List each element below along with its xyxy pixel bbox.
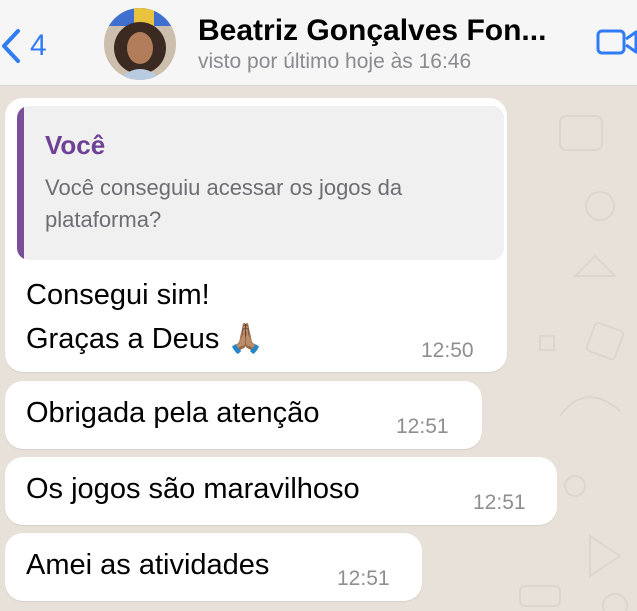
message-time: 12:51 [396,415,449,438]
unread-count: 4 [30,29,47,62]
message-bubble[interactable]: Obrigada pela atenção 12:51 [5,381,482,449]
message-bubble-reply[interactable]: Você Você conseguiu acessar os jogos da … [5,98,507,372]
quote-author: Você [45,130,106,160]
message-time: 12:51 [473,491,526,514]
video-call-button[interactable] [596,26,637,63]
message-text: Os jogos são maravilhoso [26,473,360,505]
praying-hands-emoji: 🙏🏽 [227,323,264,355]
message-bubble[interactable]: Amei as atividades 12:51 [5,533,422,601]
chevron-left-icon [2,29,20,63]
contact-photo [104,8,176,80]
message-time: 12:50 [421,339,474,362]
message-text-line: Graças a Deus 🙏🏽 [26,322,264,356]
video-camera-icon [596,29,637,55]
back-button[interactable]: 4 [0,28,47,64]
last-seen-status: visto por último hoje às 16:46 [198,50,472,73]
quote-text: Você conseguiu acessar os jogos da plata… [45,175,403,232]
message-text: Obrigada pela atenção [26,397,320,429]
message-text: Graças a Deus [26,323,220,355]
chat-header: 4 Beatriz Gonçalves Fon... visto por últ… [0,0,637,86]
message-text: Amei as atividades [26,549,270,581]
message-bubble[interactable]: Os jogos são maravilhoso 12:51 [5,457,557,525]
avatar[interactable] [104,8,176,80]
message-text-line: Consegui sim! [26,279,210,311]
quote-accent-bar [17,106,24,260]
quoted-message[interactable]: Você Você conseguiu acessar os jogos da … [17,106,504,260]
contact-name[interactable]: Beatriz Gonçalves Fon... [198,14,570,48]
message-time: 12:51 [337,567,390,590]
